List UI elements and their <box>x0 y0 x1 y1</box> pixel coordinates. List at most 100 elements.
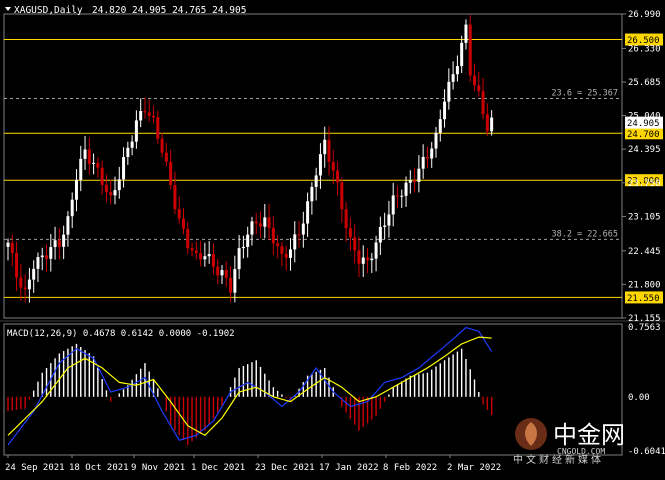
candle[interactable] <box>395 185 399 209</box>
candle[interactable] <box>134 110 138 149</box>
candle[interactable] <box>83 136 87 170</box>
candle[interactable] <box>434 126 438 158</box>
candle[interactable] <box>451 61 455 90</box>
candle[interactable] <box>404 176 408 207</box>
candle[interactable] <box>224 261 228 287</box>
candle[interactable] <box>387 200 391 238</box>
candle[interactable] <box>23 274 27 303</box>
candle[interactable] <box>383 212 387 240</box>
candle[interactable] <box>66 211 70 247</box>
candle[interactable] <box>79 145 83 192</box>
candle[interactable] <box>130 135 134 156</box>
candle[interactable] <box>259 211 263 239</box>
candle[interactable] <box>400 189 404 208</box>
candle[interactable] <box>370 252 374 274</box>
candle[interactable] <box>318 143 322 189</box>
candle[interactable] <box>6 238 10 261</box>
candle[interactable] <box>53 226 57 260</box>
candle[interactable] <box>152 105 156 123</box>
candle[interactable] <box>117 166 121 199</box>
candle[interactable] <box>464 19 468 50</box>
candle[interactable] <box>340 177 344 223</box>
candle[interactable] <box>391 182 395 227</box>
candle[interactable] <box>314 167 318 201</box>
candle[interactable] <box>246 226 250 258</box>
candle[interactable] <box>421 144 425 179</box>
candle[interactable] <box>477 71 481 97</box>
candle[interactable] <box>164 142 168 167</box>
candle[interactable] <box>417 155 421 193</box>
candle[interactable] <box>425 146 429 169</box>
candle[interactable] <box>173 171 177 214</box>
candle[interactable] <box>323 126 327 168</box>
candle[interactable] <box>250 216 254 246</box>
candle[interactable] <box>357 236 361 278</box>
candle[interactable] <box>276 234 280 259</box>
candle[interactable] <box>147 99 151 122</box>
candle[interactable] <box>267 204 271 240</box>
candle[interactable] <box>473 63 477 92</box>
candle[interactable] <box>310 182 314 215</box>
candle[interactable] <box>211 243 215 275</box>
candle[interactable] <box>237 234 241 280</box>
candle[interactable] <box>331 149 335 184</box>
candle[interactable] <box>186 221 190 254</box>
candle[interactable] <box>207 241 211 264</box>
candle[interactable] <box>74 169 78 212</box>
candle[interactable] <box>203 242 207 267</box>
candle[interactable] <box>45 244 49 272</box>
candle[interactable] <box>280 241 284 267</box>
candle[interactable] <box>220 265 224 285</box>
candle[interactable] <box>169 149 173 190</box>
candle[interactable] <box>177 196 181 224</box>
candle[interactable] <box>378 216 382 256</box>
candle[interactable] <box>229 265 233 303</box>
candle[interactable] <box>57 228 61 260</box>
candle[interactable] <box>438 109 442 142</box>
candle[interactable] <box>455 55 459 82</box>
candle[interactable] <box>70 192 74 228</box>
candle[interactable] <box>190 242 194 257</box>
candle[interactable] <box>216 259 220 284</box>
candle[interactable] <box>122 147 126 188</box>
candle[interactable] <box>485 103 489 136</box>
candle[interactable] <box>271 216 275 256</box>
candle[interactable] <box>374 235 378 272</box>
candle[interactable] <box>40 247 44 271</box>
candle[interactable] <box>32 260 36 293</box>
candle[interactable] <box>284 245 288 271</box>
candle[interactable] <box>443 89 447 128</box>
candle[interactable] <box>254 212 258 235</box>
candle[interactable] <box>92 153 96 175</box>
candle[interactable] <box>344 202 348 242</box>
candle[interactable] <box>181 208 185 235</box>
candle[interactable] <box>113 176 117 205</box>
candle[interactable] <box>297 221 301 248</box>
candle[interactable] <box>430 141 434 168</box>
candle[interactable] <box>36 252 40 282</box>
candle[interactable] <box>49 233 53 272</box>
candle[interactable] <box>143 97 147 119</box>
price-chart[interactable]: 23.6 = 25.36738.2 = 22.66526.50024.70023… <box>0 0 665 476</box>
candle[interactable] <box>490 110 494 136</box>
collapse-triangle-icon[interactable] <box>5 7 11 11</box>
candle[interactable] <box>460 35 464 74</box>
candle[interactable] <box>468 15 472 82</box>
candle[interactable] <box>366 248 370 274</box>
candle[interactable] <box>447 68 451 110</box>
candle[interactable] <box>481 78 485 120</box>
candle[interactable] <box>408 170 412 194</box>
candle[interactable] <box>348 217 352 251</box>
candle[interactable] <box>104 174 108 202</box>
candle[interactable] <box>293 221 297 263</box>
candle[interactable] <box>156 110 160 145</box>
candle[interactable] <box>233 255 237 303</box>
candle[interactable] <box>160 132 164 158</box>
candle[interactable] <box>301 211 305 248</box>
candle[interactable] <box>100 160 104 195</box>
candle[interactable] <box>96 157 100 178</box>
candle[interactable] <box>62 225 66 260</box>
candle[interactable] <box>15 241 19 291</box>
candle[interactable] <box>288 238 292 271</box>
candle[interactable] <box>353 224 357 264</box>
